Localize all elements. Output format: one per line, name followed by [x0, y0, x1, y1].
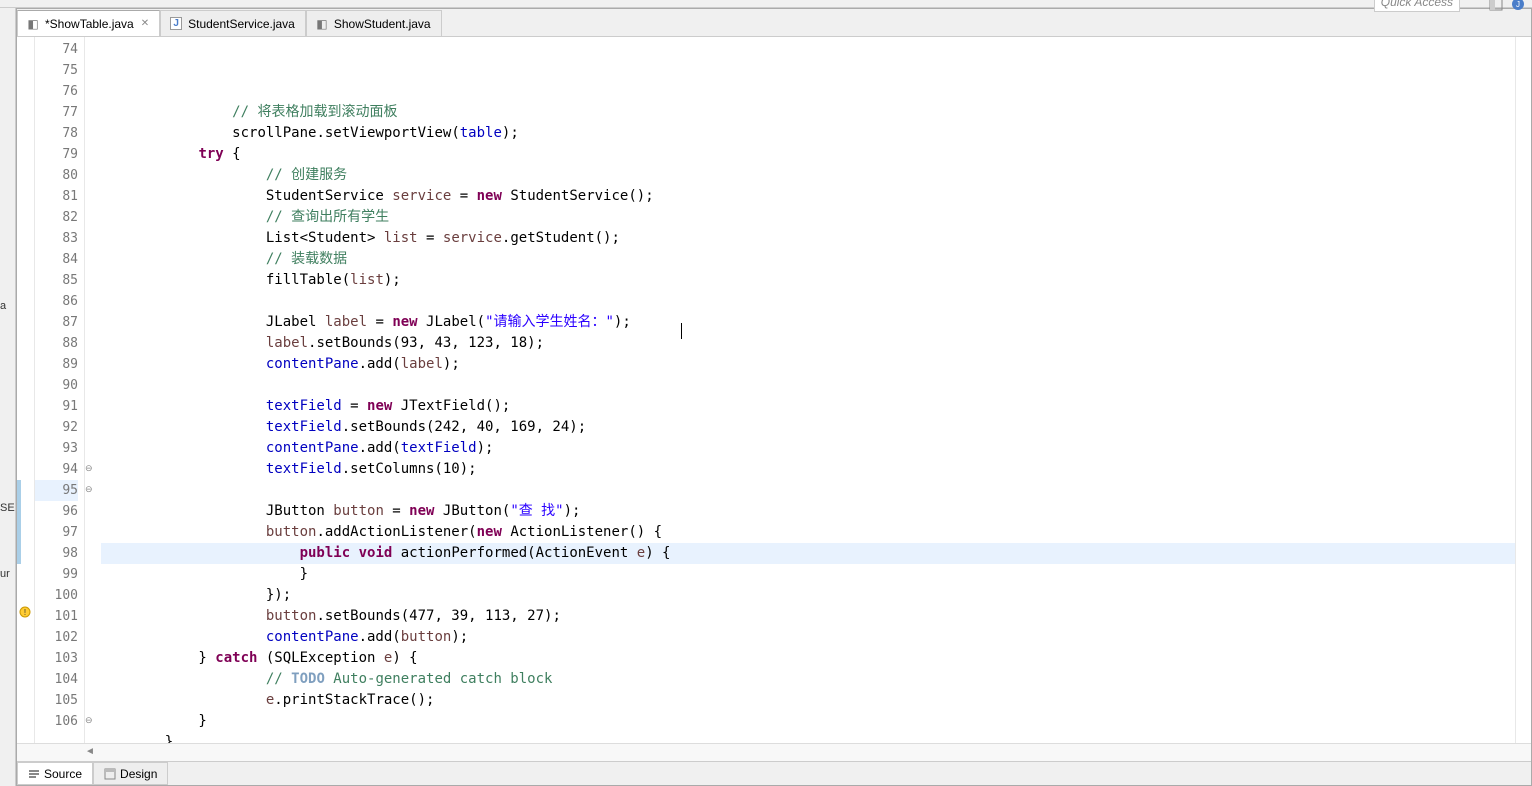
folding-gutter[interactable]: ⊖ ⊖ ⊖ — [85, 37, 97, 743]
svg-text:!: ! — [24, 608, 26, 617]
mode-tab-design[interactable]: Design — [93, 762, 168, 785]
change-marker — [17, 480, 21, 564]
mode-tab-label: Source — [44, 767, 82, 781]
code-line[interactable]: // 查询出所有学生 — [101, 207, 1515, 228]
java-icon — [169, 17, 183, 31]
code-line[interactable]: try { — [101, 144, 1515, 165]
code-line[interactable]: textField.setColumns(10); — [101, 459, 1515, 480]
code-line[interactable]: JButton button = new JButton("查 找"); — [101, 501, 1515, 522]
form-icon — [315, 17, 329, 31]
editor-container: *ShowTable.java ✕ StudentService.java ShowS… — [16, 8, 1532, 786]
editor-tab-2[interactable]: ShowStudent.java — [306, 10, 442, 36]
left-view-gutter: a SE ur — [0, 8, 16, 786]
code-line[interactable] — [101, 480, 1515, 501]
code-line[interactable]: } — [101, 732, 1515, 743]
open-perspective-icon[interactable] — [1486, 0, 1506, 14]
code-text-area[interactable]: // 将表格加载到滚动面板 scrollPane.setViewportView… — [97, 37, 1515, 743]
form-icon — [26, 17, 40, 31]
code-line[interactable]: public void actionPerformed(ActionEvent … — [101, 543, 1515, 564]
tab-label: ShowStudent.java — [334, 17, 431, 31]
code-line[interactable]: textField.setBounds(242, 40, 169, 24); — [101, 417, 1515, 438]
fold-toggle-icon[interactable]: ⊖ — [85, 484, 93, 495]
code-line[interactable]: contentPane.add(button); — [101, 627, 1515, 648]
code-line[interactable]: // TODO Auto-generated catch block — [101, 669, 1515, 690]
top-toolbar: Quick Access J — [0, 0, 1532, 8]
code-line[interactable]: StudentService service = new StudentServ… — [101, 186, 1515, 207]
editor-tabs-bar: *ShowTable.java ✕ StudentService.java ShowS… — [17, 9, 1531, 37]
code-line[interactable]: e.printStackTrace(); — [101, 690, 1515, 711]
svg-text:J: J — [1516, 0, 1520, 9]
quickfix-marker-icon[interactable]: ! — [19, 606, 33, 620]
code-line[interactable]: scrollPane.setViewportView(table); — [101, 123, 1515, 144]
code-line[interactable]: JLabel label = new JLabel("请输入学生姓名："); — [101, 312, 1515, 333]
mode-tab-source[interactable]: Source — [17, 762, 93, 785]
tab-label: *ShowTable.java — [45, 17, 134, 31]
code-line[interactable]: fillTable(list); — [101, 270, 1515, 291]
code-line[interactable]: button.addActionListener(new ActionListe… — [101, 522, 1515, 543]
design-tab-icon — [104, 768, 116, 780]
editor-tab-1[interactable]: StudentService.java — [160, 10, 306, 36]
fold-toggle-icon[interactable]: ⊖ — [85, 463, 93, 474]
editor-mode-tabs: Source Design — [17, 761, 1531, 785]
clipped-view-se: SE — [0, 502, 15, 514]
code-line[interactable]: // 装载数据 — [101, 249, 1515, 270]
horizontal-scrollbar[interactable]: ◄ — [17, 743, 1531, 761]
code-line[interactable]: contentPane.add(label); — [101, 354, 1515, 375]
fold-toggle-icon[interactable]: ⊖ — [85, 715, 93, 726]
close-icon[interactable]: ✕ — [141, 18, 149, 29]
editor-tab-0[interactable]: *ShowTable.java ✕ — [17, 10, 160, 36]
java-perspective-icon[interactable]: J — [1508, 0, 1528, 14]
text-caret — [681, 323, 682, 339]
source-tab-icon — [28, 768, 40, 780]
code-line[interactable]: button.setBounds(477, 39, 113, 27); — [101, 606, 1515, 627]
marker-gutter: ! — [17, 37, 35, 743]
code-line[interactable]: // 创建服务 — [101, 165, 1515, 186]
overview-ruler[interactable] — [1515, 37, 1531, 743]
code-line[interactable] — [101, 291, 1515, 312]
code-line[interactable]: } — [101, 711, 1515, 732]
code-line[interactable]: }); — [101, 585, 1515, 606]
clipped-view-a: a — [0, 300, 6, 312]
code-line[interactable]: contentPane.add(textField); — [101, 438, 1515, 459]
code-line[interactable]: // 将表格加载到滚动面板 — [101, 102, 1515, 123]
code-line[interactable] — [101, 375, 1515, 396]
code-line[interactable]: } — [101, 564, 1515, 585]
clipped-view-ur: ur — [0, 568, 10, 580]
line-number-ruler: 7475767778798081828384858687888990919293… — [35, 37, 85, 743]
mode-tab-label: Design — [120, 767, 157, 781]
quick-access-field[interactable]: Quick Access — [1374, 0, 1460, 12]
code-editor-area[interactable]: ! 74757677787980818283848586878889909192… — [17, 37, 1531, 743]
tab-label: StudentService.java — [188, 17, 295, 31]
scroll-left-icon[interactable]: ◄ — [85, 746, 95, 757]
code-line[interactable]: label.setBounds(93, 43, 123, 18); — [101, 333, 1515, 354]
code-line[interactable]: textField = new JTextField(); — [101, 396, 1515, 417]
code-line[interactable]: } catch (SQLException e) { — [101, 648, 1515, 669]
code-line[interactable]: List<Student> list = service.getStudent(… — [101, 228, 1515, 249]
